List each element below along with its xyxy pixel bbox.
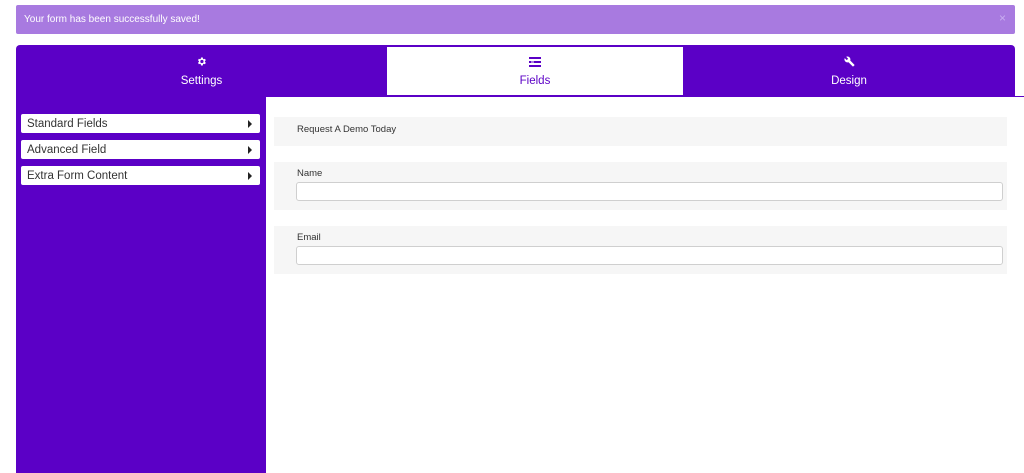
form-title: Request A Demo Today — [297, 124, 397, 135]
sidebar-item-extra-form-content[interactable]: Extra Form Content — [21, 166, 260, 185]
caret-right-icon — [248, 171, 252, 180]
email-field-block[interactable]: Email — [274, 226, 1007, 274]
sidebar-item-standard-fields[interactable]: Standard Fields — [21, 114, 260, 133]
close-icon[interactable]: × — [999, 11, 1006, 25]
tab-design[interactable]: Design — [683, 45, 1015, 96]
sidebar-item-label: Extra Form Content — [27, 169, 128, 182]
tab-label: Fields — [519, 75, 551, 87]
sidebar-item-advanced-field[interactable]: Advanced Field — [21, 140, 260, 159]
email-label: Email — [297, 232, 321, 243]
tab-fields[interactable]: Fields — [387, 47, 683, 95]
fields-list-icon — [529, 55, 541, 68]
tab-label: Design — [831, 74, 867, 87]
form-canvas: Request A Demo Today Name Email — [266, 96, 1024, 473]
caret-right-icon — [248, 145, 252, 154]
tab-bar: Settings Fields Design — [16, 45, 1015, 96]
field-type-sidebar: Standard Fields Advanced Field Extra For… — [16, 96, 266, 473]
form-title-block[interactable]: Request A Demo Today — [274, 117, 1007, 146]
success-alert: Your form has been successfully saved! × — [16, 5, 1015, 34]
sidebar-item-label: Standard Fields — [27, 117, 108, 130]
email-input[interactable] — [296, 246, 1003, 265]
sidebar-item-label: Advanced Field — [27, 143, 107, 156]
alert-message: Your form has been successfully saved! — [24, 14, 200, 25]
wrench-icon — [843, 55, 855, 68]
tab-settings[interactable]: Settings — [16, 45, 387, 96]
name-label: Name — [297, 168, 323, 179]
name-field-block[interactable]: Name — [274, 162, 1007, 210]
tab-label: Settings — [180, 74, 223, 87]
gear-icon — [196, 55, 207, 68]
caret-right-icon — [248, 119, 252, 128]
name-input[interactable] — [296, 182, 1003, 201]
